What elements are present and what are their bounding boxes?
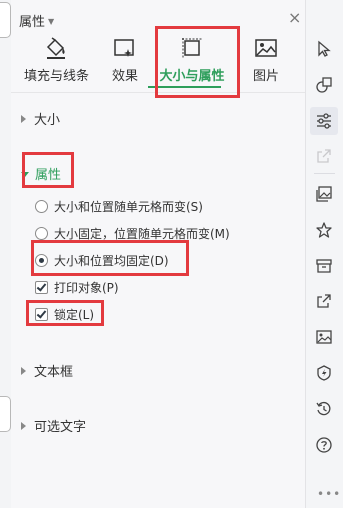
size-properties-icon <box>180 36 204 60</box>
radio-size-position-change[interactable]: 大小和位置随单元格而变(S) <box>35 198 203 215</box>
chevron-right-icon <box>21 367 26 375</box>
radio-button-selected[interactable] <box>35 254 48 267</box>
chevron-right-icon <box>21 422 26 430</box>
section-alt-text[interactable]: 可选文字 <box>21 416 86 435</box>
radio-button[interactable] <box>35 200 48 213</box>
option-label: 大小和位置随单元格而变(S) <box>54 200 203 214</box>
export-icon[interactable] <box>313 290 335 312</box>
archive-icon[interactable] <box>313 255 335 277</box>
picture-icon[interactable] <box>313 326 335 348</box>
checkbox-print-object[interactable]: 打印对象(P) <box>35 279 119 296</box>
section-size[interactable]: 大小 <box>21 109 60 128</box>
effects-icon <box>113 36 137 60</box>
help-icon[interactable] <box>313 434 335 456</box>
left-edge-handle-top[interactable] <box>0 2 11 38</box>
left-edge-strip <box>0 0 11 508</box>
option-label: 大小和位置均固定(D) <box>54 254 169 268</box>
section-properties[interactable]: 属性 <box>21 164 61 183</box>
tab-fill-and-line[interactable]: 填充与线条 <box>24 36 90 84</box>
right-toolbar: ••• <box>306 0 343 508</box>
chevron-down-icon <box>21 172 29 177</box>
image-gallery-icon[interactable] <box>313 183 335 205</box>
radio-size-fixed-position-change[interactable]: 大小固定，位置随单元格而变(M) <box>35 225 230 242</box>
chevron-down-icon: ▼ <box>48 17 55 26</box>
checkbox-checked[interactable] <box>35 281 48 294</box>
tab-size-and-properties[interactable]: 大小与属性 <box>154 36 230 84</box>
left-edge-handle-bottom[interactable] <box>0 396 11 432</box>
panel-title[interactable]: 属性 ▼ <box>19 11 54 30</box>
option-label: 大小固定，位置随单元格而变(M) <box>54 227 230 241</box>
active-tab-indicator <box>148 86 221 88</box>
tab-label: 效果 <box>111 69 138 84</box>
radio-size-position-fixed[interactable]: 大小和位置均固定(D) <box>35 252 169 269</box>
checkbox-locked[interactable]: 锁定(L) <box>35 306 94 323</box>
tab-label: 图片 <box>252 69 279 84</box>
option-label: 锁定(L) <box>54 308 95 322</box>
fill-bucket-icon <box>44 36 68 60</box>
section-label: 可选文字 <box>34 420 87 435</box>
section-textbox[interactable]: 文本框 <box>21 361 73 380</box>
close-button[interactable]: × <box>288 10 301 26</box>
tab-label: 大小与属性 <box>159 69 225 84</box>
radio-button[interactable] <box>35 227 48 240</box>
section-label: 属性 <box>35 168 62 183</box>
checkbox-checked[interactable] <box>35 308 48 321</box>
picture-icon <box>254 36 278 60</box>
history-icon[interactable] <box>313 398 335 420</box>
shield-icon[interactable] <box>313 362 335 384</box>
properties-icon[interactable] <box>310 107 338 135</box>
tab-label: 填充与线条 <box>24 69 90 84</box>
shapes-icon[interactable] <box>313 74 335 96</box>
rail-separator <box>314 173 335 174</box>
star-icon[interactable] <box>313 219 335 241</box>
panel-title-label: 属性 <box>19 15 46 30</box>
section-label: 大小 <box>34 113 61 128</box>
more-options-icon[interactable]: ••• <box>317 487 341 501</box>
tab-picture[interactable]: 图片 <box>251 36 281 84</box>
pointer-icon[interactable] <box>313 38 335 60</box>
tabs-divider <box>11 92 305 93</box>
share-disabled-icon <box>313 145 335 167</box>
chevron-right-icon <box>21 115 26 123</box>
option-label: 打印对象(P) <box>54 281 119 295</box>
tab-effects[interactable]: 效果 <box>107 36 143 84</box>
section-label: 文本框 <box>34 365 74 380</box>
